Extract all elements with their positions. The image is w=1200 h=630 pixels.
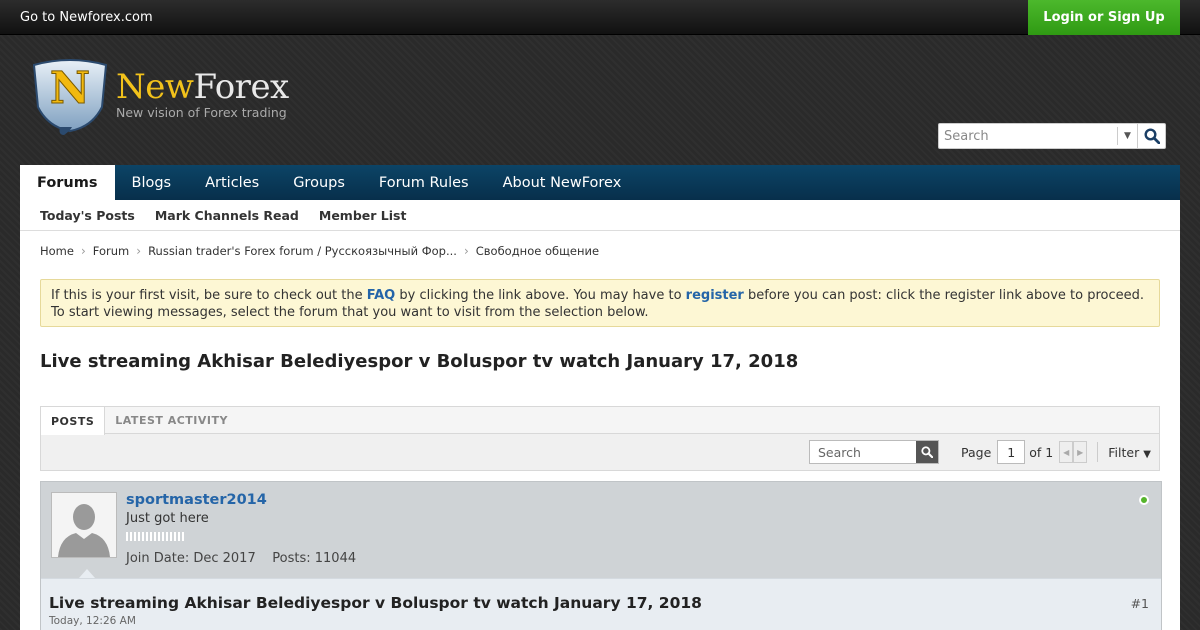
notice-line-2: To start viewing messages, select the fo… — [51, 305, 649, 320]
user-title: Just got here — [126, 511, 209, 526]
thread-toolbar: Page 1 of 1 ◀ ▶ Filter ▼ — [41, 434, 1159, 471]
post-title: Live streaming Akhisar Belediyespor v Bo… — [49, 594, 702, 612]
site-header: N NewForex New vision of Forex trading ▼ — [0, 35, 1200, 165]
nav-tab-blogs[interactable]: Blogs — [115, 165, 189, 200]
notice-line-1: If this is your first visit, be sure to … — [51, 287, 1149, 304]
breadcrumb-current[interactable]: Свободное общение — [476, 244, 599, 258]
post-username[interactable]: sportmaster2014 — [126, 492, 267, 508]
nav-tab-articles[interactable]: Articles — [188, 165, 276, 200]
logo-letter: N — [50, 63, 90, 114]
faq-link[interactable]: FAQ — [367, 288, 396, 303]
prev-page-icon[interactable]: ◀ — [1059, 441, 1074, 463]
page-of-label: of 1 — [1029, 444, 1054, 460]
nav-tab-forum-rules[interactable]: Forum Rules — [362, 165, 486, 200]
avatar[interactable] — [51, 492, 117, 558]
notice-text: by clicking the link above. You may have… — [395, 288, 686, 303]
first-visit-notice: If this is your first visit, be sure to … — [40, 279, 1160, 327]
page-number-input[interactable]: 1 — [997, 440, 1026, 464]
post-date: Today, 12:26 AM — [49, 615, 136, 627]
thread-tabs-panel: POSTS LATEST ACTIVITY Page 1 of 1 ◀ ▶ Fi… — [40, 406, 1160, 471]
subnav-todays-posts[interactable]: Today's Posts — [40, 208, 135, 223]
reputation-bar — [126, 532, 184, 541]
notice-text: before you can post: click the register … — [743, 288, 1145, 303]
login-signup-button[interactable]: Login or Sign Up — [1028, 0, 1180, 35]
main-nav: Forums Blogs Articles Groups Forum Rules… — [20, 165, 1180, 200]
filter-button[interactable]: Filter ▼ — [1108, 445, 1151, 460]
breadcrumb-russian-forum[interactable]: Russian trader's Forex forum / Русскоязы… — [148, 244, 457, 258]
post-1: sportmaster2014 Just got here Join Date:… — [40, 481, 1162, 630]
search-icon[interactable] — [916, 441, 938, 463]
logo-shield-icon: N — [32, 59, 108, 135]
tab-posts[interactable]: POSTS — [41, 407, 106, 435]
header-search-input[interactable] — [939, 125, 1117, 147]
logo-wordmark-new: New — [116, 67, 194, 107]
tab-latest-activity[interactable]: LATEST ACTIVITY — [105, 407, 238, 433]
join-date: Join Date: Dec 2017 — [126, 551, 256, 566]
logo-tagline: New vision of Forex trading — [116, 105, 287, 120]
thread-tabs: POSTS LATEST ACTIVITY — [41, 407, 1159, 435]
nav-tab-about[interactable]: About NewForex — [486, 165, 639, 200]
subnav-mark-channels-read[interactable]: Mark Channels Read — [155, 208, 299, 223]
post-number-link[interactable]: #1 — [1131, 596, 1149, 611]
thread-search-input[interactable] — [810, 441, 916, 463]
nav-tab-forums[interactable]: Forums — [20, 165, 115, 200]
next-page-icon[interactable]: ▶ — [1073, 441, 1088, 463]
logo-wordmark-forex: Forex — [193, 67, 289, 107]
notice-text: If this is your first visit, be sure to … — [51, 288, 367, 303]
user-info: Join Date: Dec 2017 Posts: 11044 — [126, 551, 356, 566]
chevron-right-icon: › — [463, 244, 469, 258]
logo-wordmark: NewForex — [116, 67, 289, 107]
filter-label: Filter — [1108, 444, 1140, 460]
pagination: Page 1 of 1 ◀ ▶ Filter ▼ — [961, 440, 1151, 464]
subnav-member-list[interactable]: Member List — [319, 208, 407, 223]
breadcrumb: Home › Forum › Russian trader's Forex fo… — [40, 244, 599, 258]
page-label: Page — [961, 444, 992, 460]
sub-nav: Today's Posts Mark Channels Read Member … — [20, 200, 1180, 231]
thread-title: Live streaming Akhisar Belediyespor v Bo… — [40, 351, 799, 372]
register-link[interactable]: register — [686, 288, 744, 303]
header-search-box: ▼ — [938, 123, 1166, 149]
chevron-right-icon: › — [136, 244, 142, 258]
post-body: Live streaming Akhisar Belediyespor v Bo… — [41, 578, 1161, 630]
online-status-icon — [1139, 495, 1149, 505]
post-count: Posts: 11044 — [272, 551, 357, 566]
breadcrumb-home[interactable]: Home — [40, 244, 74, 258]
caret-down-icon: ▼ — [1143, 448, 1151, 460]
toolbar-divider — [1097, 442, 1099, 462]
search-icon[interactable] — [1137, 124, 1165, 148]
top-bar: Go to Newforex.com Login or Sign Up — [0, 0, 1200, 35]
breadcrumb-forum[interactable]: Forum — [93, 244, 129, 258]
site-logo[interactable]: N NewForex New vision of Forex trading — [30, 57, 300, 137]
go-to-site-link[interactable]: Go to Newforex.com — [20, 10, 153, 25]
post-pointer — [79, 569, 95, 578]
caret-down-icon[interactable]: ▼ — [1117, 127, 1137, 145]
nav-tab-groups[interactable]: Groups — [276, 165, 362, 200]
content-area: Today's Posts Mark Channels Read Member … — [20, 200, 1180, 630]
chevron-right-icon: › — [80, 244, 86, 258]
default-avatar-icon — [52, 493, 116, 557]
thread-search-box — [809, 440, 939, 464]
